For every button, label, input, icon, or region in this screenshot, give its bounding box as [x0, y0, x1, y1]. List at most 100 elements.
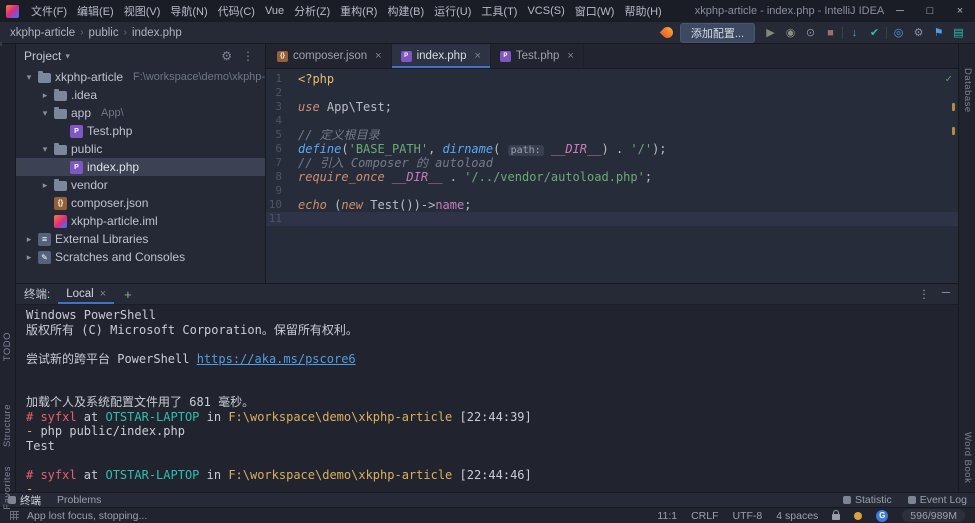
- menu-item-5[interactable]: Vue: [260, 3, 289, 19]
- indent-indicator[interactable]: 4 spaces: [776, 510, 818, 522]
- hide-tool-window-icon[interactable]: ⋮: [239, 49, 257, 63]
- left-stripe-todo[interactable]: TODO: [2, 332, 13, 361]
- code-editor[interactable]: ✓ 1<?php23use App\Test;45// 定义根目录6define…: [266, 69, 958, 283]
- stop-icon[interactable]: ■: [822, 24, 839, 41]
- new-terminal-tab-button[interactable]: +: [114, 287, 142, 302]
- breadcrumb-item-public[interactable]: public: [87, 27, 121, 39]
- tree-item--idea[interactable]: ▸ .idea: [16, 86, 265, 104]
- tree-item-index-php[interactable]: Pindex.php: [16, 158, 265, 176]
- breadcrumb-item-xkphp-article[interactable]: xkphp-article: [8, 27, 77, 39]
- breadcrumb-separator: ›: [121, 27, 130, 38]
- terminal-link[interactable]: https://aka.ms/pscore6: [197, 352, 356, 366]
- terminal-line: [26, 381, 948, 396]
- lock-icon[interactable]: [832, 514, 840, 520]
- menu-item-6[interactable]: 分析(Z): [289, 1, 335, 21]
- chevron-right-icon[interactable]: ▸: [24, 234, 34, 245]
- close-icon[interactable]: ×: [375, 50, 381, 62]
- notification-icon[interactable]: [854, 512, 862, 520]
- left-stripe-favorites[interactable]: Favorites: [2, 466, 13, 510]
- memory-indicator[interactable]: 596/989M: [902, 509, 965, 522]
- close-icon[interactable]: ×: [567, 50, 573, 62]
- layout-icon[interactable]: ▤: [950, 24, 967, 41]
- terminal-text: F:\workspace\demo\xkphp-article: [228, 468, 452, 482]
- tool-window-button-event-log[interactable]: Event Log: [908, 494, 967, 506]
- tree-item-xkphp-article-iml[interactable]: xkphp-article.iml: [16, 212, 265, 230]
- bookmark-icon[interactable]: ⚑: [930, 24, 947, 41]
- tree-item-public[interactable]: ▾public: [16, 140, 265, 158]
- line-ending-indicator[interactable]: CRLF: [691, 510, 718, 522]
- minimize-button[interactable]: ─: [885, 0, 915, 22]
- profiler-icon[interactable]: ⊙: [802, 24, 819, 41]
- chevron-down-icon[interactable]: ▾: [40, 108, 50, 119]
- terminal-output[interactable]: Windows PowerShell版权所有 (C) Microsoft Cor…: [16, 305, 958, 492]
- editor-tab-composer-json[interactable]: {}composer.json×: [268, 44, 392, 68]
- tool-window-options-icon[interactable]: ⚙: [218, 49, 235, 63]
- tree-item-app[interactable]: ▾appApp\: [16, 104, 265, 122]
- close-icon[interactable]: ×: [100, 288, 106, 300]
- menu-item-4[interactable]: 代码(C): [213, 1, 260, 21]
- minimize-tool-window-icon[interactable]: ─: [942, 287, 950, 301]
- add-configuration-button[interactable]: 添加配置...: [680, 23, 755, 43]
- scrollbar-warning-mark[interactable]: [952, 103, 955, 111]
- left-stripe-structure[interactable]: Structure: [2, 404, 13, 447]
- menu-item-9[interactable]: 运行(U): [429, 1, 476, 21]
- caret-position[interactable]: 11:1: [657, 510, 677, 522]
- search-everywhere-icon[interactable]: ◎: [890, 24, 907, 41]
- editor-tab-index-php[interactable]: Pindex.php×: [392, 44, 491, 68]
- terminal-line: 版权所有 (C) Microsoft Corporation。保留所有权利。: [26, 323, 948, 338]
- close-icon[interactable]: ×: [474, 50, 480, 62]
- editor-tab-test-php[interactable]: PTest.php×: [491, 44, 584, 68]
- menu-item-12[interactable]: 窗口(W): [570, 1, 620, 21]
- debug-icon[interactable]: ◉: [782, 24, 799, 41]
- scrollbar-warning-mark[interactable]: [952, 127, 955, 135]
- menu-item-0[interactable]: 文件(F): [26, 1, 72, 21]
- tool-window-button-statistic[interactable]: Statistic: [843, 494, 892, 506]
- folder-icon: [54, 91, 67, 101]
- chevron-down-icon[interactable]: ▾: [40, 144, 50, 155]
- chevron-down-icon[interactable]: ▾: [24, 72, 34, 83]
- tree-item-label: .idea: [71, 88, 97, 102]
- right-stripe-word-book[interactable]: Word Book: [962, 432, 973, 483]
- terminal-text: in: [199, 410, 228, 424]
- tool-window-bar: 终端ProblemsStatisticEvent Log: [0, 492, 975, 507]
- encoding-indicator[interactable]: UTF-8: [733, 510, 763, 522]
- menu-item-11[interactable]: VCS(S): [522, 3, 569, 19]
- chevron-right-icon[interactable]: ▸: [24, 252, 34, 263]
- close-button[interactable]: ×: [945, 0, 975, 22]
- maximize-button[interactable]: □: [915, 0, 945, 22]
- tree-item-xkphp-article[interactable]: ▾xkphp-articleF:\workspace\demo\xkphp-ar…: [16, 68, 265, 86]
- menu-item-2[interactable]: 视图(V): [119, 1, 166, 21]
- menu-item-10[interactable]: 工具(T): [476, 1, 522, 21]
- terminal-tab-local[interactable]: Local ×: [58, 284, 114, 304]
- tree-item-external-libraries[interactable]: ▸≡External Libraries: [16, 230, 265, 248]
- tool-window-button-problems[interactable]: Problems: [57, 494, 101, 506]
- play-icon[interactable]: ▶: [762, 24, 779, 41]
- tool-window-switcher-icon[interactable]: [10, 511, 19, 520]
- menu-item-13[interactable]: 帮助(H): [619, 1, 666, 21]
- right-stripe-database[interactable]: Database: [962, 68, 973, 113]
- tree-item-scratches-and-consoles[interactable]: ▸✎Scratches and Consoles: [16, 248, 265, 266]
- settings-icon[interactable]: ⚙: [910, 24, 927, 41]
- tree-item-label: xkphp-article.iml: [71, 214, 158, 228]
- run-anything-icon[interactable]: [660, 25, 676, 41]
- g-plugin-badge[interactable]: G: [876, 510, 888, 522]
- terminal-text: in: [199, 468, 228, 482]
- tree-item-test-php[interactable]: PTest.php: [16, 122, 265, 140]
- tree-item-vendor[interactable]: ▸vendor: [16, 176, 265, 194]
- menu-item-3[interactable]: 导航(N): [165, 1, 212, 21]
- more-options-icon[interactable]: ⋮: [918, 287, 930, 301]
- project-view-selector[interactable]: Project: [24, 49, 61, 63]
- code-token: [544, 142, 551, 156]
- vcs-update-icon[interactable]: ↓: [846, 24, 863, 41]
- menu-item-1[interactable]: 编辑(E): [72, 1, 119, 21]
- chevron-right-icon[interactable]: ▸: [40, 90, 50, 101]
- inspection-ok-icon[interactable]: ✓: [945, 72, 952, 85]
- vcs-commit-icon[interactable]: ✔: [866, 24, 883, 41]
- terminal-title: 终端:: [24, 286, 50, 302]
- tree-item-composer-json[interactable]: {}composer.json: [16, 194, 265, 212]
- menu-item-8[interactable]: 构建(B): [382, 1, 429, 21]
- breadcrumb-item-index-php[interactable]: index.php: [130, 27, 184, 39]
- menu-item-7[interactable]: 重构(R): [335, 1, 382, 21]
- chevron-right-icon[interactable]: ▸: [40, 180, 50, 191]
- idea-logo-icon: [6, 5, 19, 18]
